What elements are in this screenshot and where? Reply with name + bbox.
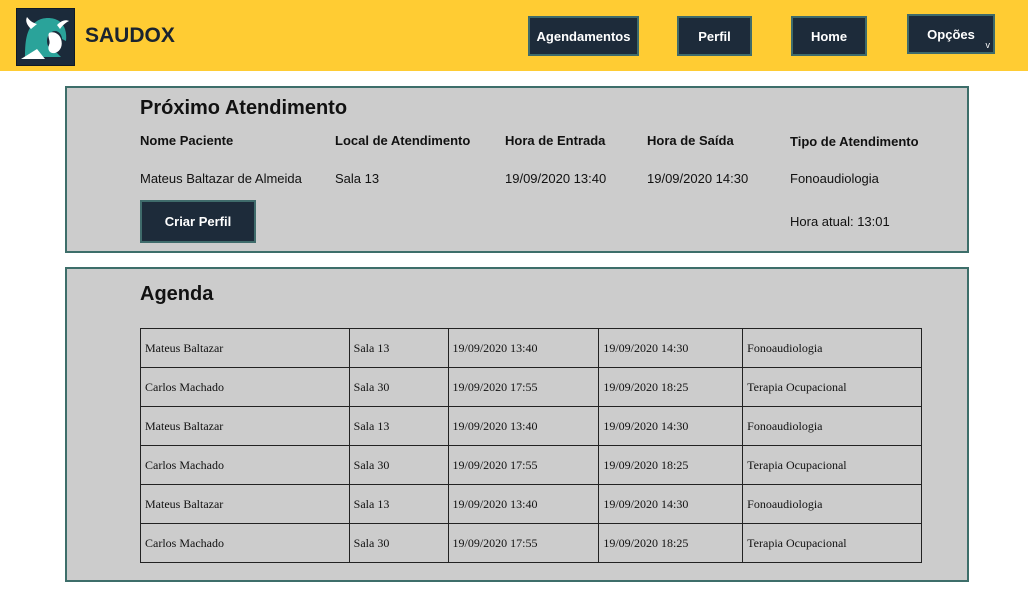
next-appointment-title: Próximo Atendimento <box>140 97 348 119</box>
current-time: Hora atual: 13:01 <box>790 214 890 229</box>
table-cell-type: Fonoaudiologia <box>742 484 922 524</box>
nav-opcoes-label: Opções <box>927 26 975 42</box>
table-cell-location: Sala 13 <box>348 328 449 368</box>
table-cell-type: Fonoaudiologia <box>742 328 922 368</box>
table-cell-exit: 19/09/2020 18:25 <box>598 367 744 407</box>
table-cell-exit: 19/09/2020 14:30 <box>598 484 744 524</box>
next-appointment-panel: Próximo Atendimento Nome Paciente Local … <box>65 86 969 253</box>
header-entry-time: Hora de Entrada <box>505 133 606 148</box>
table-row[interactable]: Carlos Machado Sala 30 19/09/2020 17:55 … <box>140 367 922 407</box>
table-cell-type: Fonoaudiologia <box>742 406 922 446</box>
agenda-title: Agenda <box>140 283 214 305</box>
table-cell-exit: 19/09/2020 18:25 <box>598 523 744 563</box>
top-navbar: SAUDOX Agendamentos Perfil Home Opções v <box>0 0 1028 71</box>
header-exit-time: Hora de Saída <box>647 133 734 148</box>
table-cell-patient: Mateus Baltazar <box>140 484 350 524</box>
table-cell-location: Sala 13 <box>348 484 449 524</box>
table-row[interactable]: Carlos Machado Sala 30 19/09/2020 17:55 … <box>140 523 922 563</box>
nav-opcoes-dropdown[interactable]: Opções v <box>907 14 995 54</box>
value-location: Sala 13 <box>335 171 380 186</box>
table-row[interactable]: Mateus Baltazar Sala 13 19/09/2020 13:40… <box>140 484 922 524</box>
table-cell-entry: 19/09/2020 17:55 <box>447 445 600 485</box>
create-profile-button[interactable]: Criar Perfil <box>140 200 256 243</box>
table-cell-exit: 19/09/2020 18:25 <box>598 445 744 485</box>
table-cell-entry: 19/09/2020 13:40 <box>447 328 600 368</box>
nav-perfil-button[interactable]: Perfil <box>677 16 752 56</box>
table-cell-type: Terapia Ocupacional <box>742 523 922 563</box>
header-location: Local de Atendimento <box>335 133 471 148</box>
table-cell-exit: 19/09/2020 14:30 <box>598 406 744 446</box>
table-cell-entry: 19/09/2020 13:40 <box>447 484 600 524</box>
table-cell-type: Terapia Ocupacional <box>742 367 922 407</box>
value-patient-name: Mateus Baltazar de Almeida <box>140 171 302 186</box>
header-patient-name: Nome Paciente <box>140 133 234 148</box>
table-cell-patient: Mateus Baltazar <box>140 328 350 368</box>
table-cell-exit: 19/09/2020 14:30 <box>598 328 744 368</box>
table-cell-entry: 19/09/2020 17:55 <box>447 523 600 563</box>
table-row[interactable]: Mateus Baltazar Sala 13 19/09/2020 13:40… <box>140 328 922 368</box>
nav-home-button[interactable]: Home <box>791 16 867 56</box>
table-cell-entry: 19/09/2020 17:55 <box>447 367 600 407</box>
bull-head-logo-icon[interactable] <box>16 8 75 66</box>
value-entry-time: 19/09/2020 13:40 <box>505 171 607 186</box>
table-cell-patient: Carlos Machado <box>140 445 350 485</box>
table-cell-location: Sala 13 <box>348 406 449 446</box>
table-row[interactable]: Carlos Machado Sala 30 19/09/2020 17:55 … <box>140 445 922 485</box>
table-cell-location: Sala 30 <box>348 367 449 407</box>
chevron-down-icon: v <box>985 40 991 50</box>
table-cell-entry: 19/09/2020 13:40 <box>447 406 600 446</box>
brand-name: SAUDOX <box>85 24 175 47</box>
table-row[interactable]: Mateus Baltazar Sala 13 19/09/2020 13:40… <box>140 406 922 446</box>
agenda-panel: Agenda Mateus Baltazar Sala 13 19/09/202… <box>65 267 969 582</box>
table-cell-patient: Mateus Baltazar <box>140 406 350 446</box>
table-cell-patient: Carlos Machado <box>140 367 350 407</box>
header-appointment-type: Tipo de Atendimento <box>790 134 919 149</box>
table-cell-type: Terapia Ocupacional <box>742 445 922 485</box>
table-cell-location: Sala 30 <box>348 445 449 485</box>
agenda-table: Mateus Baltazar Sala 13 19/09/2020 13:40… <box>140 328 922 563</box>
value-appointment-type: Fonoaudiologia <box>790 171 879 186</box>
table-cell-location: Sala 30 <box>348 523 449 563</box>
value-exit-time: 19/09/2020 14:30 <box>647 171 749 186</box>
table-cell-patient: Carlos Machado <box>140 523 350 563</box>
nav-agendamentos-button[interactable]: Agendamentos <box>528 16 639 56</box>
